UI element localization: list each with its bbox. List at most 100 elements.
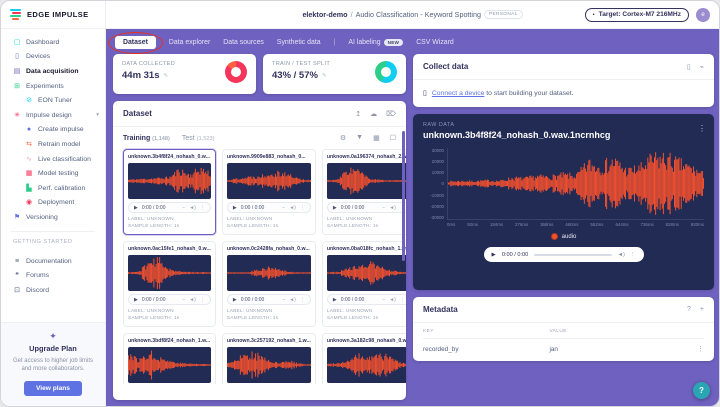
sidebar-item-model-testing[interactable]: ▦ Model testing: [1, 166, 105, 181]
connect-device-link[interactable]: Connect a device: [432, 90, 485, 97]
sample-card[interactable]: unknown.0ba018fc_nohash_1.w... ▶ 0:00 / …: [322, 241, 406, 327]
stat-card: TRAIN / TEST SPLIT 43% / 57%✎: [263, 54, 406, 94]
play-icon[interactable]: ▶: [134, 297, 138, 303]
sidebar-item-discord[interactable]: ⊡ Discord: [1, 283, 105, 298]
scrollbar[interactable]: [402, 131, 405, 261]
donut-chart: [225, 61, 247, 83]
volume-icon[interactable]: ◄): [389, 297, 396, 303]
avatar[interactable]: e: [696, 8, 710, 22]
waveform-plot[interactable]: [447, 148, 704, 220]
volume-icon[interactable]: ◄): [189, 205, 196, 211]
sidebar-item-deployment[interactable]: ◉ Deployment: [1, 196, 105, 211]
sample-name: unknown.0a196374_nohash_2.w...: [327, 154, 406, 160]
create-impulse-icon: ●: [25, 126, 33, 133]
minus-icon[interactable]: −: [282, 205, 285, 211]
chevron-down-icon: ▾: [96, 112, 99, 118]
filter-icon[interactable]: ▼: [356, 134, 363, 142]
dataset-tab-training[interactable]: Training (1,148): [123, 135, 170, 142]
samples-grid: unknown.3b4f8f24_nohash_0.w... ▶ 0:00 / …: [113, 148, 406, 384]
play-icon[interactable]: ▶: [492, 252, 496, 258]
sample-card[interactable]: unknown.3c257192_nohash_1.w... ▶ 0:00 / …: [222, 333, 316, 384]
view-plans-button[interactable]: View plans: [24, 381, 82, 396]
dataset-tab-test[interactable]: Test (1,523): [182, 135, 215, 142]
sidebar-item-dashboard[interactable]: ▢ Dashboard: [1, 35, 105, 50]
sample-audio-player: ▶ 0:00 / 0:00 − ◄) ⋮: [128, 202, 211, 213]
sidebar-item-data-acquisition[interactable]: ▤ Data acquisition: [1, 64, 105, 79]
x-tick: 736ms: [641, 222, 654, 227]
project-name[interactable]: elektor-demo: [302, 10, 347, 19]
sidebar-item-versioning[interactable]: ⚑ Versioning: [1, 210, 105, 225]
play-icon[interactable]: ▶: [233, 297, 237, 303]
sidebar-item-live-classification[interactable]: ∿ Live classification: [1, 152, 105, 167]
minus-icon[interactable]: −: [382, 205, 385, 211]
minus-icon[interactable]: −: [182, 205, 185, 211]
kebab-menu-icon[interactable]: ⋮: [200, 297, 205, 303]
edit-icon[interactable]: ✎: [164, 73, 169, 79]
kebab-menu-icon[interactable]: ⋮: [400, 297, 405, 303]
sidebar-item-retrain-model[interactable]: ⇆ Retrain model: [1, 137, 105, 152]
kebab-menu-icon[interactable]: ⋮: [300, 297, 305, 303]
volume-icon[interactable]: ◄): [189, 297, 196, 303]
kebab-menu-icon[interactable]: ⋮: [697, 345, 704, 353]
volume-icon[interactable]: ◄): [389, 205, 396, 211]
volume-icon[interactable]: ◄): [289, 205, 296, 211]
logo[interactable]: EDGE IMPULSE: [1, 1, 105, 29]
sidebar-item-devices[interactable]: ▯ Devices: [1, 50, 105, 65]
expand-icon[interactable]: ☐: [390, 134, 396, 142]
sidebar-item-impulse-design[interactable]: ✳ Impulse design ▾: [1, 108, 105, 123]
delete-icon[interactable]: ⌦: [386, 110, 396, 118]
edit-icon[interactable]: ✎: [322, 73, 327, 79]
target-device-button[interactable]: ▪ Target: Cortex-M7 216MHz: [585, 8, 689, 22]
sidebar-item-create-impulse[interactable]: ● Create impulse: [1, 123, 105, 138]
play-icon[interactable]: ▶: [333, 297, 337, 303]
play-icon[interactable]: ▶: [233, 205, 237, 211]
device-icon[interactable]: ▯: [687, 63, 691, 71]
sidebar-item-forums[interactable]: ❝ Forums: [1, 268, 105, 283]
sample-card[interactable]: unknown.0c2428fa_nohash_0.w... ▶ 0:00 / …: [222, 241, 316, 327]
settings-icon[interactable]: ⚙: [340, 134, 346, 142]
kebab-menu-icon[interactable]: ⋮: [200, 205, 205, 211]
sample-card[interactable]: unknown.9909e883_nohash_0... ▶ 0:00 / 0:…: [222, 149, 316, 235]
sidebar-item-perf-calibration[interactable]: ▙ Perf. calibration: [1, 181, 105, 196]
add-metadata-icon[interactable]: +: [700, 306, 704, 313]
player-track[interactable]: [534, 254, 611, 256]
tab-data-explorer[interactable]: Data explorer: [169, 39, 210, 46]
sample-name: unknown.0c2428fa_nohash_0.w...: [227, 246, 311, 252]
grid-view-icon[interactable]: ▦: [373, 134, 380, 142]
play-icon[interactable]: ▶: [333, 205, 337, 211]
stat-cards: DATA COLLECTED 44m 31s✎ TRAIN / TEST SPL…: [113, 54, 406, 94]
minus-icon[interactable]: −: [182, 297, 185, 303]
tab-dataset[interactable]: Dataset: [115, 36, 156, 49]
sample-card[interactable]: unknown.3b4f8f24_nohash_0.w... ▶ 0:00 / …: [123, 149, 216, 235]
minus-icon[interactable]: −: [382, 297, 385, 303]
model-testing-icon: ▦: [25, 170, 33, 177]
tab-synthetic-data[interactable]: Synthetic data: [277, 39, 321, 46]
x-tick: 920ms: [691, 222, 704, 227]
sample-card[interactable]: unknown.0ac15fe1_nohash_0.w... ▶ 0:00 / …: [123, 241, 216, 327]
kebab-menu-icon[interactable]: ⋮: [698, 124, 706, 133]
sample-card[interactable]: unknown.3bdf8f24_nohash_1.w... ▶ 0:00 / …: [123, 333, 216, 384]
tab-csv-wizard[interactable]: CSV Wizard: [416, 39, 454, 46]
upload-icon[interactable]: ↥: [355, 110, 361, 118]
kebab-menu-icon[interactable]: ⋮: [630, 252, 636, 258]
sidebar-item-experiments[interactable]: ⊞ Experiments: [1, 79, 105, 94]
sample-card[interactable]: unknown.3a182c98_nohash_0.w... ▶ 0:00 / …: [322, 333, 406, 384]
length-value: 1s: [273, 316, 278, 321]
tab-data-sources[interactable]: Data sources: [223, 39, 264, 46]
minus-icon[interactable]: −: [282, 297, 285, 303]
tab-ai-labeling[interactable]: AI labeling NEW: [348, 39, 403, 46]
kebab-menu-icon[interactable]: ⋮: [300, 205, 305, 211]
sensor-icon[interactable]: ⌁: [700, 63, 704, 71]
volume-icon[interactable]: ◄): [289, 297, 296, 303]
sidebar-item-documentation[interactable]: ≡ Documentation: [1, 254, 105, 269]
help-icon[interactable]: ?: [687, 306, 691, 313]
sidebar-item-eon-tuner[interactable]: ⊘ EON Tuner: [1, 93, 105, 108]
play-icon[interactable]: ▶: [134, 205, 138, 211]
volume-icon[interactable]: ◄): [618, 252, 625, 258]
player-time: 0:00 / 0:00: [341, 297, 365, 303]
cloud-icon[interactable]: ☁: [370, 110, 377, 118]
label-key: LABEL:: [227, 217, 244, 222]
stat-value: 44m 31s✎: [122, 70, 175, 81]
sample-card[interactable]: unknown.0a196374_nohash_2.w... ▶ 0:00 / …: [322, 149, 406, 235]
help-button[interactable]: ?: [693, 382, 710, 399]
